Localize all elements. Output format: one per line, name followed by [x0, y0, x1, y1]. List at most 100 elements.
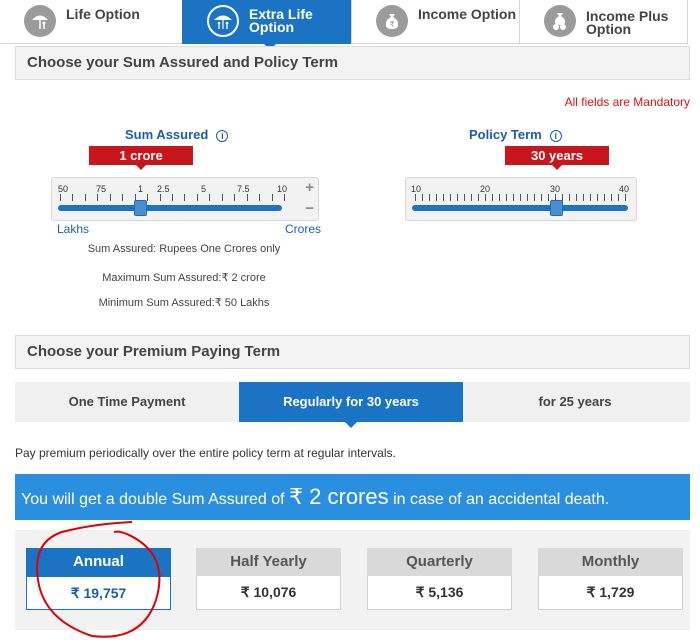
info-icon[interactable]: i: [216, 130, 229, 142]
tick-mark: [109, 194, 111, 201]
tick-mark: [457, 194, 458, 201]
tick-mark: [159, 194, 161, 201]
tick-mark: [97, 194, 99, 201]
tab-income-plus-option[interactable]: Income Plus Option: [519, 0, 688, 44]
info-icon[interactable]: i: [549, 130, 562, 142]
premium-description: Pay premium periodically over the entire…: [15, 446, 396, 460]
policy-term-value-badge: 30 years: [505, 146, 609, 170]
tick-mark: [60, 194, 61, 201]
premium-term-tabs: One Time Payment Regularly for 30 years …: [15, 382, 690, 428]
tick-mark: [234, 194, 236, 201]
tick-mark: [72, 194, 74, 201]
banner-suffix: in case of an accidental death.: [388, 491, 610, 508]
tick-mark: [436, 194, 437, 201]
tick-mark: [485, 194, 486, 201]
tick-mark: [534, 194, 535, 201]
tick-mark: [527, 194, 528, 201]
policy-term-slider[interactable]: 10 20 30 40: [405, 177, 637, 221]
tab-income-option[interactable]: ₹ Income Option: [351, 0, 520, 44]
frequency-option-quarterly[interactable]: Quarterly ₹ 5,136: [367, 548, 512, 610]
tick-label: 1: [138, 184, 144, 194]
frequency-label: Annual: [26, 548, 171, 576]
policy-term-track[interactable]: [412, 205, 628, 211]
tick-mark: [492, 194, 493, 201]
tab-25-years[interactable]: for 25 years: [463, 382, 687, 422]
range-max-label: Crores: [285, 222, 322, 236]
banner-amount: ₹ 2 crores: [289, 484, 389, 509]
tick-label: 2.5: [157, 184, 170, 194]
tab-label: Extra Life Option: [249, 6, 313, 35]
tick-mark: [271, 194, 273, 201]
tick-mark: [221, 194, 223, 201]
umbrella-family-icon: [207, 5, 239, 37]
tick-label: 10: [411, 184, 422, 194]
tick-label: 5: [201, 184, 207, 194]
rupee-bag-icon: ₹: [376, 5, 408, 37]
sum-assured-slider-handle[interactable]: [134, 200, 147, 216]
frequency-amount: ₹ 19,757: [26, 576, 171, 610]
tick-mark: [604, 194, 605, 201]
premium-paying-term-header: Choose your Premium Paying Term: [15, 335, 690, 369]
tick-mark: [209, 194, 211, 201]
tab-extra-life-option[interactable]: Extra Life Option: [182, 0, 352, 50]
mandatory-note: All fields are Mandatory: [564, 95, 690, 109]
frequency-amount: ₹ 5,136: [367, 576, 512, 610]
tick-label: 30: [550, 184, 561, 194]
frequency-option-monthly[interactable]: Monthly ₹ 1,729: [538, 548, 683, 610]
tab-life-option[interactable]: Life Option: [0, 0, 183, 44]
tick-mark: [429, 194, 430, 201]
tick-mark: [184, 194, 186, 201]
policy-term-ticks: [415, 194, 626, 201]
tick-mark: [506, 194, 507, 201]
sum-assured-label: Sum Assured: [125, 127, 209, 142]
tick-mark: [450, 194, 451, 201]
tick-mark: [422, 194, 423, 201]
rupee-coins-bag-icon: [544, 5, 576, 37]
max-sum-assured-note: Maximum Sum Assured:₹ 2 crore: [102, 272, 266, 284]
sum-assured-value-badge: 1 crore: [89, 146, 193, 170]
tick-mark: [246, 194, 248, 201]
accidental-death-banner: You will get a double Sum Assured of ₹ 2…: [15, 474, 690, 520]
sum-assured-slider[interactable]: 50 75 1 2.5 5 7.5 10 + −: [51, 177, 319, 221]
tick-label: 50: [58, 184, 69, 194]
option-tabs: Life Option Extra Life Option ₹ Income O…: [0, 0, 700, 50]
tick-mark: [541, 194, 542, 201]
tick-mark: [172, 194, 173, 201]
tab-label: Income Option: [418, 6, 516, 22]
tick-mark: [583, 194, 584, 201]
frequency-amount: ₹ 10,076: [196, 576, 341, 610]
sum-assured-section-header: Choose your Sum Assured and Policy Term: [15, 46, 690, 80]
frequency-option-annual[interactable]: Annual ₹ 19,757: [26, 548, 171, 610]
policy-term-label: Policy Term: [469, 127, 542, 142]
tick-mark: [196, 194, 198, 201]
premium-frequency-options: Annual ₹ 19,757 Half Yearly ₹ 10,076 Qua…: [15, 530, 690, 630]
tick-mark: [122, 194, 124, 201]
tick-mark: [569, 194, 570, 201]
tick-mark: [625, 194, 626, 201]
sum-assured-note: Sum Assured: Rupees One Crores only: [87, 243, 281, 255]
svg-text:₹: ₹: [389, 20, 394, 29]
tab-regularly-30-years[interactable]: Regularly for 30 years: [239, 382, 463, 428]
tick-mark: [548, 194, 549, 201]
tick-mark: [499, 194, 500, 201]
policy-term-slider-handle[interactable]: [550, 200, 563, 216]
sum-assured-track[interactable]: [58, 205, 282, 211]
banner-prefix: You will get a double Sum Assured of: [21, 491, 290, 508]
frequency-option-half-yearly[interactable]: Half Yearly ₹ 10,076: [196, 548, 341, 610]
tab-label: Income Plus Option: [586, 8, 669, 37]
increase-button[interactable]: +: [305, 179, 314, 196]
sum-assured-ticks: [60, 194, 285, 201]
tick-mark: [443, 194, 444, 201]
sum-assured-title: Sum Assured i: [125, 127, 229, 142]
tick-mark: [259, 194, 261, 201]
tick-label: 20: [480, 184, 491, 194]
frequency-label: Half Yearly: [196, 548, 341, 576]
range-min-label: Lakhs: [57, 222, 90, 236]
tab-one-time-payment[interactable]: One Time Payment: [15, 382, 239, 422]
tick-label: 10: [277, 184, 288, 194]
tick-mark: [618, 194, 619, 201]
tick-mark: [478, 194, 479, 201]
tick-mark: [590, 194, 591, 201]
tick-mark: [471, 194, 472, 201]
decrease-button[interactable]: −: [305, 200, 314, 217]
